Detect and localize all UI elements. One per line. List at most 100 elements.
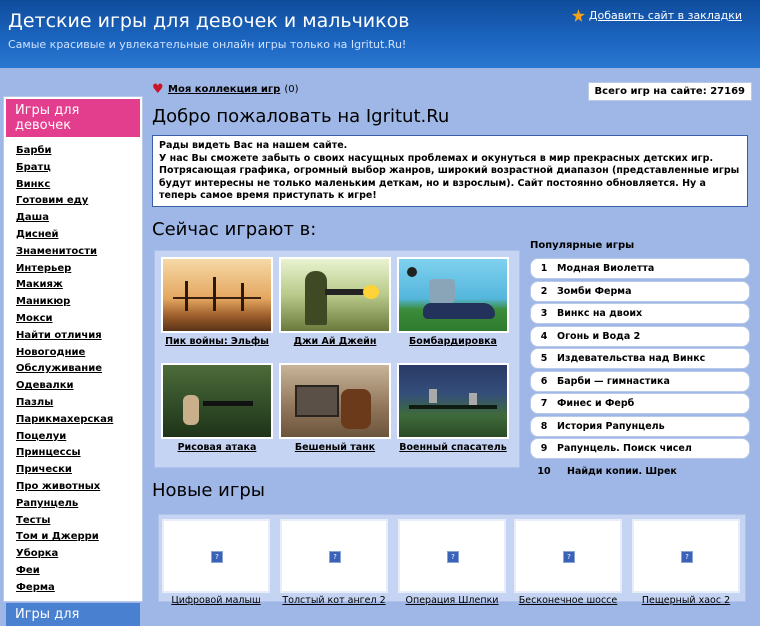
popular-game-item[interactable]: 4 Огонь и Вода 2 [530, 325, 750, 347]
sidebar-link[interactable]: Винкс [16, 179, 50, 190]
sidebar-link[interactable]: Тесты [16, 515, 50, 526]
game-card[interactable]: Пик войны: Эльфы [161, 257, 273, 347]
popular-game-item[interactable]: 8 История Рапунцель [530, 415, 750, 437]
my-collection-link[interactable]: Моя коллекция игр [168, 84, 280, 95]
game-card[interactable]: Джи Ай Джейн [279, 257, 391, 347]
sidebar-link[interactable]: Про животных [16, 481, 100, 492]
popular-rank: 4 [540, 330, 548, 342]
new-game-card[interactable]: ? Пещерный хаос 2 [631, 519, 741, 606]
sidebar-link[interactable]: Обслуживание [16, 363, 102, 374]
game-title[interactable]: Рисовая атака [161, 442, 273, 453]
popular-game-item[interactable]: 2 Зомби Ферма [530, 280, 750, 302]
new-game-thumbnail[interactable]: ? [162, 519, 270, 593]
new-game-thumbnail[interactable]: ? [514, 519, 622, 593]
popular-game-name[interactable]: Модная Виолетта [557, 263, 654, 274]
sidebar-link[interactable]: Поцелуи [16, 431, 66, 442]
broken-image-icon: ? [447, 551, 459, 563]
popular-game-item[interactable]: 7 Финес и Ферб [530, 393, 750, 414]
sidebar-link[interactable]: Прически [16, 464, 72, 475]
sidebar-item: Братц [16, 160, 142, 177]
new-game-title[interactable]: Операция Шлепки [397, 595, 507, 606]
sidebar-link[interactable]: Дисней [16, 229, 59, 240]
new-game-thumbnail[interactable]: ? [398, 519, 506, 593]
popular-game-item[interactable]: 3 Винкс на двоих [530, 303, 750, 324]
new-game-title[interactable]: Бесконечное шоссе [513, 595, 623, 606]
new-game-card[interactable]: ? Операция Шлепки [397, 519, 507, 606]
sidebar-link[interactable]: Маникюр [16, 296, 70, 307]
popular-game-name[interactable]: История Рапунцель [557, 421, 665, 432]
sidebar-link[interactable]: Интерьер [16, 263, 71, 274]
popular-game-item[interactable]: 5 Издевательства над Винкс [530, 348, 750, 369]
game-card[interactable]: Рисовая атака [161, 363, 273, 453]
game-thumbnail[interactable] [397, 257, 509, 333]
popular-game-item[interactable]: 6 Барби — гимнастика [530, 370, 750, 392]
popular-game-name[interactable]: Финес и Ферб [557, 398, 634, 409]
new-games-title: Новые игры [152, 480, 265, 501]
game-title[interactable]: Пик войны: Эльфы [161, 336, 273, 347]
new-game-thumbnail[interactable]: ? [280, 519, 388, 593]
game-title[interactable]: Бешеный танк [279, 442, 391, 453]
sidebar-item: Даша [16, 210, 142, 227]
sidebar-link[interactable]: Новогодние [16, 347, 85, 358]
popular-rank: 6 [540, 375, 548, 387]
sidebar-link[interactable]: Готовим еду [16, 195, 88, 206]
game-thumbnail[interactable] [397, 363, 509, 439]
site-title[interactable]: Детские игры для девочек и мальчиков [8, 10, 409, 32]
new-game-title[interactable]: Толстый кот ангел 2 [279, 595, 389, 606]
add-bookmark-label: Добавить сайт в закладки [588, 9, 742, 22]
sidebar-link[interactable]: Макияж [16, 279, 63, 290]
game-thumbnail[interactable] [279, 257, 391, 333]
sidebar-link[interactable]: Мокси [16, 313, 53, 324]
new-game-card[interactable]: ? Бесконечное шоссе [513, 519, 623, 606]
add-bookmark-link[interactable]: Добавить сайт в закладки [571, 9, 742, 22]
sidebar-item: Принцессы [16, 445, 142, 462]
popular-rank: 3 [540, 308, 548, 319]
sidebar-link[interactable]: Пазлы [16, 397, 53, 408]
sidebar-link[interactable]: Одевалки [16, 380, 74, 391]
welcome-line: У нас Вы сможете забыть о своих насущных… [159, 152, 714, 164]
game-thumbnail[interactable] [161, 363, 273, 439]
popular-game-item[interactable]: 1 Модная Виолетта [530, 258, 750, 279]
popular-game-name[interactable]: Огонь и Вода 2 [557, 331, 640, 342]
sidebar-item: Маникюр [16, 294, 142, 311]
popular-rank: 7 [540, 398, 548, 409]
sidebar-link[interactable]: Рапунцель [16, 498, 78, 509]
new-game-title[interactable]: Цифровой малыш [161, 595, 271, 606]
popular-game-item[interactable]: 10 Найди копии. Шрек [530, 461, 750, 482]
welcome-title: Добро пожаловать на Igritut.Ru [152, 106, 450, 127]
game-thumbnail[interactable] [279, 363, 391, 439]
game-title[interactable]: Бомбардировка [397, 336, 509, 347]
popular-rank: 9 [540, 443, 548, 454]
welcome-line: Потрясающая графика, огромный выбор жанр… [159, 165, 740, 201]
game-card[interactable]: Бомбардировка [397, 257, 509, 347]
game-card[interactable]: Военный спасатель [397, 363, 509, 453]
new-game-card[interactable]: ? Цифровой малыш [161, 519, 271, 606]
popular-game-name[interactable]: Рапунцель. Поиск чисел [557, 443, 692, 454]
sidebar-link[interactable]: Парикмахерская [16, 414, 113, 425]
game-thumbnail[interactable] [161, 257, 273, 333]
popular-game-name[interactable]: Винкс на двоих [557, 308, 642, 319]
game-card[interactable]: Бешеный танк [279, 363, 391, 453]
site-subtitle: Самые красивые и увлекательные онлайн иг… [8, 38, 407, 51]
sidebar-section-2: Игры для [6, 602, 140, 626]
sidebar-link[interactable]: Даша [16, 212, 49, 223]
new-game-title[interactable]: Пещерный хаос 2 [631, 595, 741, 606]
sidebar-link[interactable]: Ферма [16, 582, 55, 593]
new-game-card[interactable]: ? Толстый кот ангел 2 [279, 519, 389, 606]
sidebar-link[interactable]: Барби [16, 145, 52, 156]
sidebar-link[interactable]: Найти отличия [16, 330, 102, 341]
sidebar-link[interactable]: Феи [16, 565, 40, 576]
game-title[interactable]: Джи Ай Джейн [279, 336, 391, 347]
popular-game-name[interactable]: Найди копии. Шрек [567, 466, 677, 477]
sidebar-link[interactable]: Знаменитости [16, 246, 97, 257]
popular-game-item[interactable]: 9 Рапунцель. Поиск чисел [530, 438, 750, 459]
sidebar-link[interactable]: Принцессы [16, 447, 81, 458]
sidebar-link[interactable]: Уборка [16, 548, 58, 559]
popular-game-name[interactable]: Издевательства над Винкс [557, 353, 705, 364]
new-game-thumbnail[interactable]: ? [632, 519, 740, 593]
popular-game-name[interactable]: Барби — гимнастика [557, 376, 670, 387]
sidebar-link[interactable]: Братц [16, 162, 51, 173]
sidebar-link[interactable]: Том и Джерри [16, 531, 99, 542]
game-title[interactable]: Военный спасатель [397, 442, 509, 453]
popular-game-name[interactable]: Зомби Ферма [557, 286, 631, 297]
